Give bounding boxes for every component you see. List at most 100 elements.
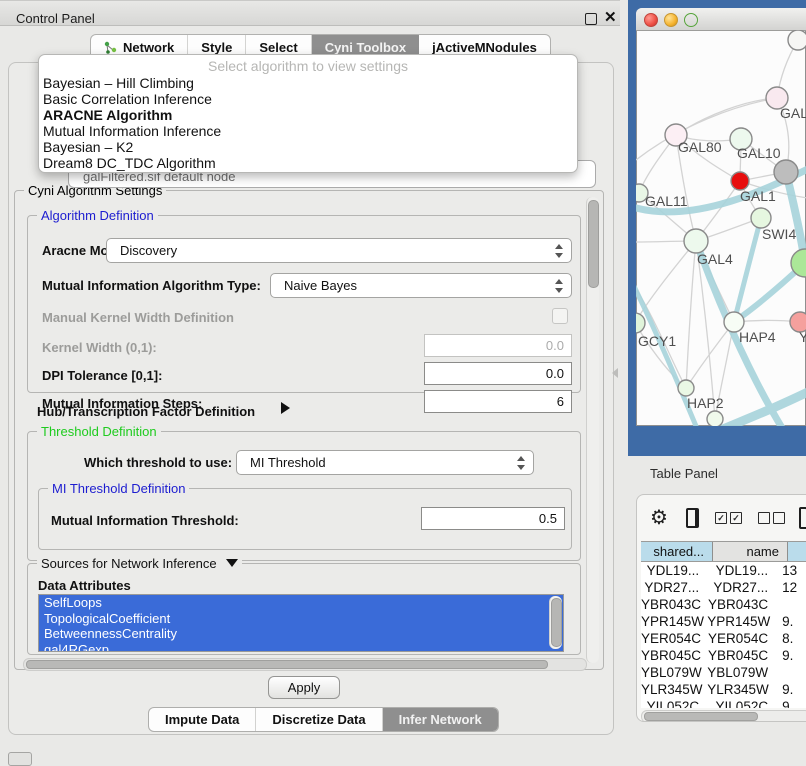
sources-group: Sources for Network Inference Data Attri… <box>27 563 581 655</box>
close-icon[interactable]: ✕ <box>604 8 617 26</box>
mi-steps-input[interactable] <box>424 390 572 413</box>
gear-icon[interactable]: ⚙ <box>650 508 668 528</box>
table-horizontal-scrollbar-thumb[interactable] <box>644 712 758 721</box>
aracne-mode-combo[interactable]: Discovery <box>106 238 572 263</box>
zoom-traffic-light[interactable] <box>684 13 698 27</box>
algorithm-option-mutual-information-inference[interactable]: Mutual Information Inference <box>39 123 577 139</box>
data-attributes-list[interactable]: SelfLoopsTopologicalCoefficientBetweenne… <box>38 594 564 652</box>
float-window-icon[interactable] <box>585 13 597 25</box>
column-header-name[interactable]: name <box>713 542 788 561</box>
table-row[interactable]: YPR145WYPR145W9. <box>641 613 806 630</box>
node-label-gal10: GAL10 <box>737 145 781 161</box>
node-label-gal2: GAL2 <box>780 105 806 121</box>
network-node-swi4[interactable] <box>751 208 771 228</box>
algorithm-option-bayesian-hill-climbing[interactable]: Bayesian – Hill Climbing <box>39 75 577 91</box>
table-row[interactable]: YER054CYER054C8. <box>641 630 806 647</box>
export-table-icon[interactable] <box>799 507 806 529</box>
node-label-hap4: HAP4 <box>739 329 776 345</box>
table-row[interactable]: YBR045CYBR045C9. <box>641 647 806 664</box>
attribute-item-topologicalcoefficient[interactable]: TopologicalCoefficient <box>39 611 563 627</box>
table-cell: YDR27... <box>707 579 776 596</box>
table-row[interactable]: YBL079WYBL079W <box>641 664 806 681</box>
attributes-list-scrollbar-thumb[interactable] <box>551 598 562 647</box>
network-node-gcy1[interactable] <box>636 313 645 333</box>
combo-spinner-icon <box>554 278 563 294</box>
attribute-item-betweennesscentrality[interactable]: BetweennessCentrality <box>39 626 563 642</box>
kernel-width-input[interactable] <box>424 334 572 357</box>
minimize-traffic-light[interactable] <box>664 13 678 27</box>
collapsed-panel-handle[interactable] <box>8 752 32 766</box>
which-threshold-label: Which threshold to use: <box>84 455 232 470</box>
sources-collapse-arrow-icon[interactable] <box>226 559 238 567</box>
node-label-gal1: GAL1 <box>740 188 776 204</box>
settings-horizontal-scrollbar-thumb[interactable] <box>26 660 548 669</box>
table-row[interactable]: YLR345WYLR345W9. <box>641 681 806 698</box>
table-row[interactable]: YBR043CYBR043C <box>641 596 806 613</box>
network-node[interactable] <box>774 160 798 184</box>
settings-vertical-scrollbar-thumb[interactable] <box>588 200 599 288</box>
combo-spinner-icon <box>554 243 563 259</box>
algorithm-option-dream8-dc-tdc-algorithm[interactable]: Dream8 DC_TDC Algorithm <box>39 155 577 171</box>
mi-algorithm-type-combo[interactable]: Naive Bayes <box>270 273 572 298</box>
column-header-shared[interactable]: shared... <box>641 542 713 561</box>
attribute-item-gal4rgexp[interactable]: gal4RGexp <box>39 642 563 653</box>
aracne-mode-value: Discovery <box>107 243 177 258</box>
table-cell <box>776 596 806 613</box>
settings-vertical-scrollbar[interactable] <box>586 197 599 663</box>
select-all-columns-icon[interactable]: ✓✓ <box>715 512 742 524</box>
network-window-titlebar[interactable] <box>636 8 806 31</box>
manual-kernel-width-checkbox[interactable] <box>552 308 568 324</box>
cyni-algorithm-settings-group: Cyni Algorithm Settings Algorithm Defini… <box>14 190 604 670</box>
network-node[interactable] <box>788 30 806 50</box>
sources-legend: Sources for Network Inference <box>37 556 242 571</box>
table-horizontal-scrollbar[interactable] <box>641 710 806 722</box>
splitter-collapse-arrow[interactable] <box>612 368 618 378</box>
network-window[interactable]: GAL2GAL80GAL10GAL1GAL11SWI4GAL4GCY1HAP4Y… <box>636 8 806 426</box>
table-cell: YBR045C <box>641 647 707 664</box>
hub-expand-arrow-icon[interactable] <box>281 402 290 414</box>
table-cell: 9. <box>776 647 806 664</box>
algorithm-option-bayesian-k2[interactable]: Bayesian – K2 <box>39 139 577 155</box>
table-cell: YDL19... <box>707 562 776 579</box>
table-row[interactable]: YIL052CYIL052C9. <box>641 698 806 708</box>
attribute-item-selfloops[interactable]: SelfLoops <box>39 595 563 611</box>
mutual-information-threshold-input[interactable] <box>421 507 565 530</box>
algorithm-definition-legend: Algorithm Definition <box>37 208 158 223</box>
deselect-all-columns-icon[interactable] <box>758 512 785 524</box>
dpi-tolerance-label: DPI Tolerance [0,1]: <box>42 368 162 383</box>
table-cell: YBR043C <box>707 596 776 613</box>
which-threshold-combo[interactable]: MI Threshold <box>236 450 534 475</box>
close-traffic-light[interactable] <box>644 13 658 27</box>
apply-button[interactable]: Apply <box>268 676 340 699</box>
column-header-col2[interactable] <box>788 542 806 561</box>
network-node[interactable] <box>707 411 723 426</box>
algorithm-dropdown-placeholder: Select algorithm to view settings <box>39 58 577 75</box>
tab-discretize-data[interactable]: Discretize Data <box>256 708 382 731</box>
hub-definition-label: Hub/Transcription Factor Definition <box>37 404 255 419</box>
table-cell: 9. <box>776 681 806 698</box>
algorithm-option-basic-correlation-inference[interactable]: Basic Correlation Inference <box>39 91 577 107</box>
table-row[interactable]: YDL19...YDL19...13 <box>641 562 806 579</box>
attributes-list-scrollbar[interactable] <box>549 596 562 649</box>
network-canvas[interactable]: GAL2GAL80GAL10GAL1GAL11SWI4GAL4GCY1HAP4Y… <box>636 30 806 426</box>
table-cell: 9. <box>776 698 806 708</box>
settings-horizontal-scrollbar[interactable] <box>23 658 587 671</box>
split-columns-icon[interactable] <box>686 508 699 528</box>
algorithm-option-aracne-algorithm[interactable]: ARACNE Algorithm <box>39 107 577 123</box>
table-cell: YBR045C <box>707 647 776 664</box>
node-label-gal80: GAL80 <box>678 139 722 155</box>
table-cell: YPR145W <box>707 613 776 630</box>
tab-label: Cyni Toolbox <box>325 40 406 55</box>
table-cell: 13 <box>776 562 806 579</box>
table-row[interactable]: YDR27...YDR27...12 <box>641 579 806 596</box>
table-cell: YIL052C <box>641 698 707 708</box>
tab-impute-data[interactable]: Impute Data <box>149 708 256 731</box>
network-node-hap2[interactable] <box>678 380 694 396</box>
dpi-tolerance-input[interactable] <box>424 362 572 385</box>
mutual-information-threshold-label: Mutual Information Threshold: <box>51 513 239 528</box>
tab-infer-network[interactable]: Infer Network <box>383 708 498 731</box>
network-node-gal4[interactable] <box>684 229 708 253</box>
node-label-y: Y <box>799 329 806 345</box>
table-cell: YLR345W <box>641 681 707 698</box>
node-label-gal4: GAL4 <box>697 251 733 267</box>
